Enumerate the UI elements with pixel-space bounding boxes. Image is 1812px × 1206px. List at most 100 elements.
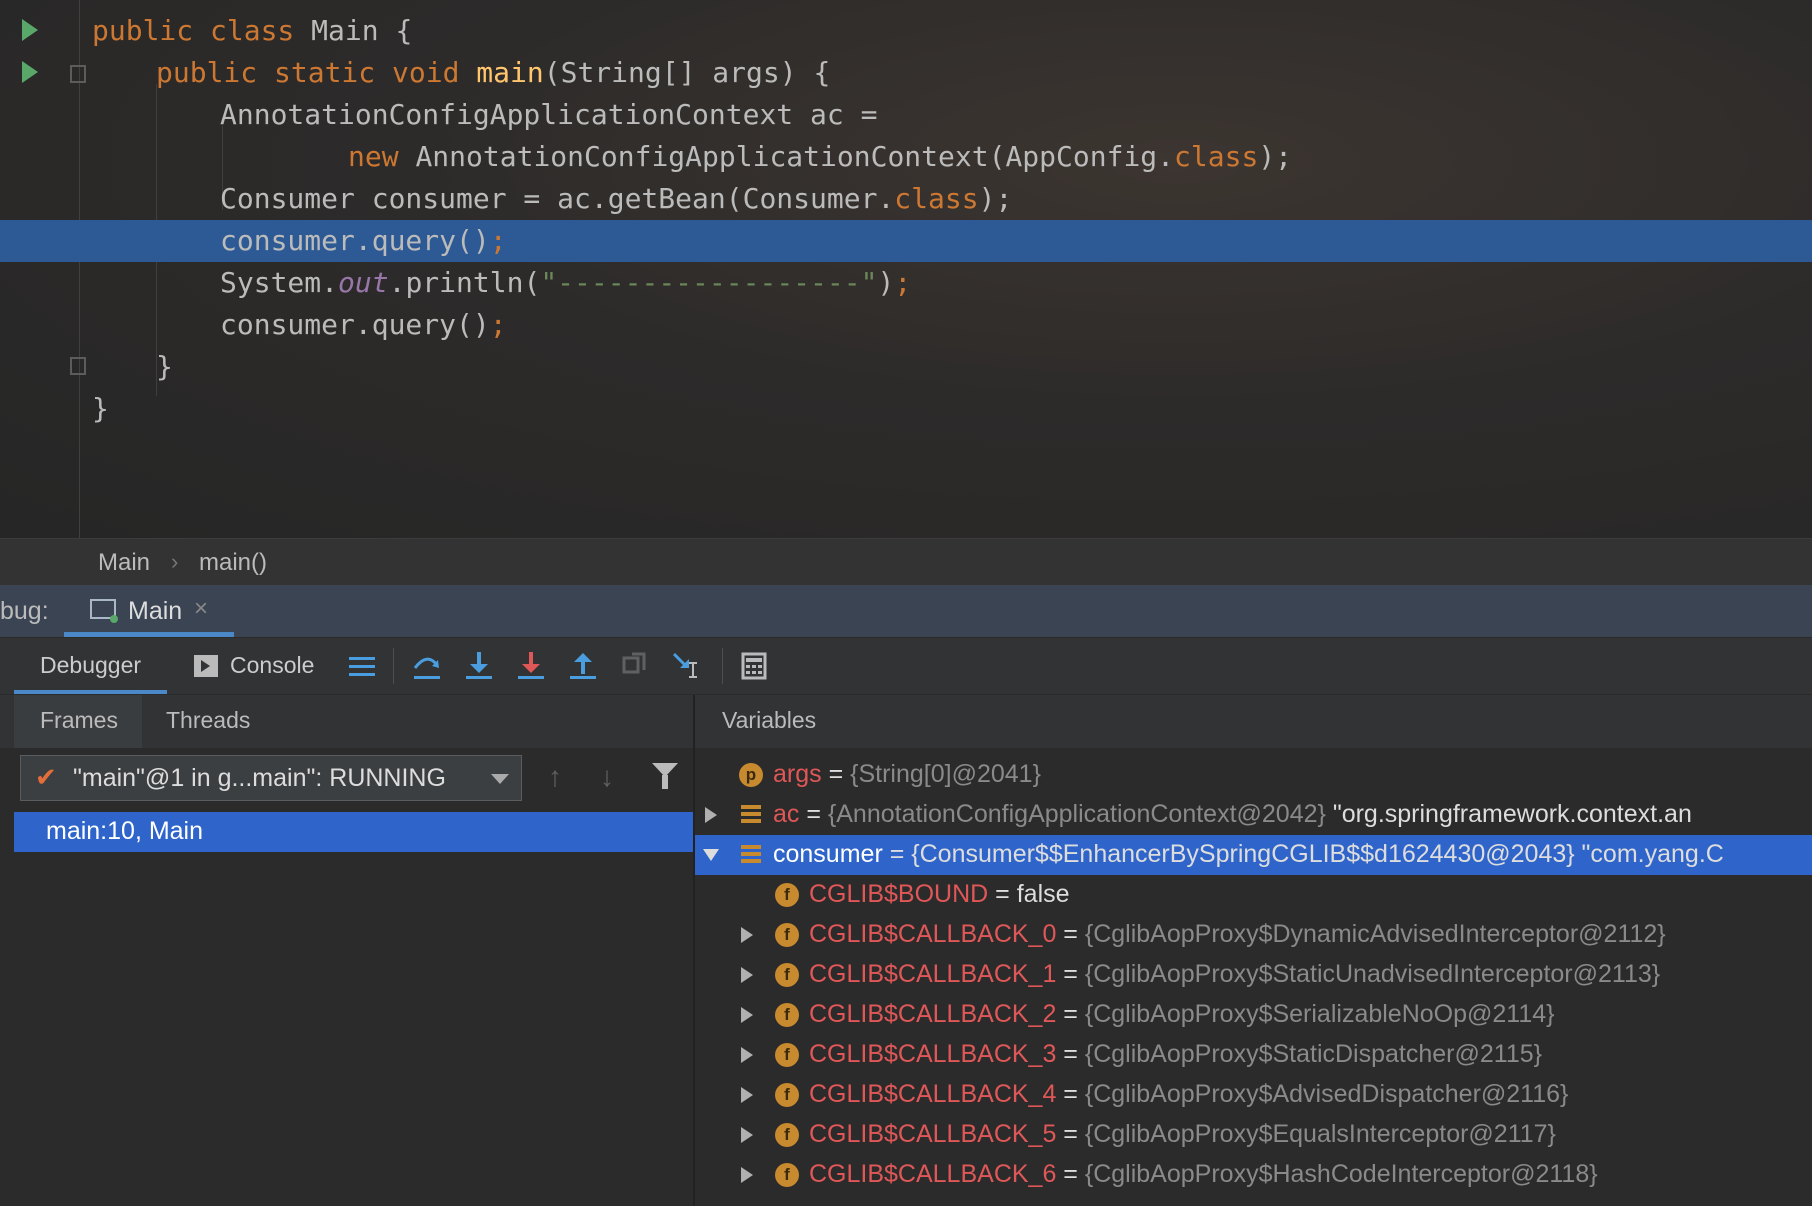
variable-text: CGLIB$CALLBACK_3 = {CglibAopProxy$Static… — [809, 1040, 1542, 1069]
code-line[interactable]: public static void main(String[] args) { — [0, 52, 1812, 94]
variable-row[interactable]: f CGLIB$CALLBACK_1 = {CglibAopProxy$Stati… — [695, 955, 1812, 995]
collapse-arrow-icon[interactable] — [703, 849, 719, 861]
debug-label: bug: — [0, 597, 49, 625]
step-into-icon[interactable] — [462, 648, 496, 684]
variable-value: {CglibAopProxy$HashCodeInterceptor@2118} — [1084, 1160, 1598, 1188]
expand-arrow-icon[interactable] — [741, 927, 753, 943]
variable-name: args — [773, 760, 822, 788]
evaluate-expression-icon[interactable] — [737, 648, 771, 684]
variable-name: CGLIB$CALLBACK_4 — [809, 1080, 1057, 1108]
code-token: public static void — [156, 56, 477, 89]
debugger-subheader: Frames Threads Variables — [0, 695, 1812, 749]
variable-row[interactable]: consumer = {Consumer$$EnhancerBySpringCG… — [695, 835, 1812, 875]
field-icon: f — [775, 923, 799, 947]
variable-row[interactable]: f CGLIB$BOUND = false — [695, 875, 1812, 915]
expand-arrow-icon[interactable] — [741, 1127, 753, 1143]
drop-frame-icon[interactable] — [618, 648, 652, 684]
breadcrumb: Main › main() — [0, 538, 1812, 586]
code-token: Consumer consumer = ac.getBean(Consumer. — [220, 182, 895, 215]
frame-row[interactable]: main:10, Main — [14, 812, 693, 852]
code-line-current[interactable]: consumer.query(); — [0, 220, 1812, 262]
step-out-icon[interactable] — [566, 648, 600, 684]
code-token: ); — [978, 182, 1013, 215]
chevron-down-icon — [491, 774, 509, 784]
breadcrumb-separator-icon: › — [171, 549, 179, 574]
code-editor[interactable]: public class Main {public static void ma… — [0, 0, 1812, 538]
thread-selector[interactable]: ✔ "main"@1 in g...main": RUNNING — [20, 755, 522, 801]
active-tab-underline — [64, 632, 234, 637]
code-token: } — [92, 392, 109, 425]
filter-icon[interactable] — [652, 763, 678, 789]
variable-text: CGLIB$CALLBACK_1 = {CglibAopProxy$Static… — [809, 960, 1660, 989]
variables-panel: p args = {String[0]@2041} ac = {Annotation… — [695, 749, 1812, 1206]
variable-row[interactable]: p args = {String[0]@2041} — [695, 755, 1812, 795]
run-to-cursor-icon[interactable] — [670, 648, 704, 684]
check-icon: ✔ — [35, 762, 57, 792]
variable-value: {CglibAopProxy$StaticDispatcher@2115} — [1084, 1040, 1542, 1068]
code-line[interactable]: } — [0, 346, 1812, 388]
debug-session-tab[interactable]: Main × — [64, 585, 234, 637]
variable-name: CGLIB$CALLBACK_0 — [809, 920, 1057, 948]
force-step-into-icon[interactable] — [514, 648, 548, 684]
variable-text: consumer = {Consumer$$EnhancerBySpringCG… — [773, 840, 1724, 869]
toolbar-separator — [393, 648, 394, 684]
tab-frames[interactable]: Frames — [14, 695, 142, 748]
breadcrumb-method[interactable]: main() — [199, 549, 267, 577]
frames-panel: ✔ "main"@1 in g...main": RUNNING ↑ ↓ mai… — [0, 749, 693, 1206]
code-token: out — [338, 266, 389, 299]
variable-equals: = — [1056, 1120, 1085, 1148]
code-line[interactable]: } — [0, 388, 1812, 430]
code-token: ; — [489, 224, 507, 257]
debug-tool-window-header: bug: Main × — [0, 585, 1812, 638]
variable-row[interactable]: ac = {AnnotationConfigApplicationContext… — [695, 795, 1812, 835]
variable-equals: = — [882, 840, 912, 868]
code-line[interactable]: AnnotationConfigApplicationContext ac = — [0, 94, 1812, 136]
variable-row[interactable]: f CGLIB$CALLBACK_2 = {CglibAopProxy$Seria… — [695, 995, 1812, 1035]
expand-arrow-icon[interactable] — [741, 1167, 753, 1183]
code-token: main — [476, 56, 544, 89]
variable-equals: = — [1056, 1000, 1085, 1028]
breadcrumb-class[interactable]: Main — [98, 549, 150, 577]
expand-arrow-icon[interactable] — [705, 807, 717, 823]
code-line[interactable]: System.out.println("------------------")… — [0, 262, 1812, 304]
tab-threads[interactable]: Threads — [166, 707, 250, 734]
object-field-icon — [741, 845, 761, 865]
variable-row[interactable]: f CGLIB$CALLBACK_4 = {CglibAopProxy$Advis… — [695, 1075, 1812, 1115]
parameter-icon: p — [739, 763, 763, 787]
step-over-icon[interactable] — [410, 648, 444, 684]
variable-equals: = — [799, 800, 828, 828]
variable-equals: = — [1056, 1160, 1085, 1188]
variable-text: CGLIB$CALLBACK_4 = {CglibAopProxy$Advise… — [809, 1080, 1568, 1109]
run-config-icon — [90, 599, 118, 623]
variable-row[interactable]: f CGLIB$CALLBACK_3 = {CglibAopProxy$Stati… — [695, 1035, 1812, 1075]
previous-frame-icon[interactable]: ↑ — [548, 761, 562, 793]
code-line[interactable]: new AnnotationConfigApplicationContext(A… — [0, 136, 1812, 178]
expand-arrow-icon[interactable] — [741, 1007, 753, 1023]
show-execution-point-icon[interactable] — [345, 648, 379, 684]
code-token: new — [348, 140, 416, 173]
code-token: public class — [92, 14, 312, 47]
tab-debugger[interactable]: Debugger — [14, 638, 167, 694]
variable-name: consumer — [773, 840, 883, 868]
expand-arrow-icon[interactable] — [741, 1047, 753, 1063]
tab-frames-label: Frames — [40, 707, 118, 733]
variable-value: {CglibAopProxy$DynamicAdvisedInterceptor… — [1084, 920, 1666, 948]
variable-name: CGLIB$CALLBACK_6 — [809, 1160, 1057, 1188]
code-token: AnnotationConfigApplicationContext(AppCo… — [415, 140, 1175, 173]
next-frame-icon[interactable]: ↓ — [600, 761, 614, 793]
variable-row[interactable]: f CGLIB$CALLBACK_6 = {CglibAopProxy$HashC… — [695, 1155, 1812, 1195]
code-line[interactable]: Consumer consumer = ac.getBean(Consumer.… — [0, 178, 1812, 220]
close-tab-icon[interactable]: × — [194, 595, 208, 623]
expand-arrow-icon[interactable] — [741, 1087, 753, 1103]
variable-row[interactable]: f CGLIB$CALLBACK_5 = {CglibAopProxy$Equal… — [695, 1115, 1812, 1155]
code-line[interactable]: consumer.query(); — [0, 304, 1812, 346]
code-line-text: AnnotationConfigApplicationContext ac = — [220, 94, 877, 136]
code-line-text: new AnnotationConfigApplicationContext(A… — [348, 136, 1292, 178]
tab-debugger-label: Debugger — [40, 652, 142, 678]
expand-arrow-icon[interactable] — [741, 967, 753, 983]
variable-value: false — [1016, 880, 1070, 908]
code-line[interactable]: public class Main { — [0, 10, 1812, 52]
code-line-text: } — [92, 388, 109, 430]
code-token: System. — [220, 266, 339, 299]
variable-row[interactable]: f CGLIB$CALLBACK_0 = {CglibAopProxy$Dynam… — [695, 915, 1812, 955]
